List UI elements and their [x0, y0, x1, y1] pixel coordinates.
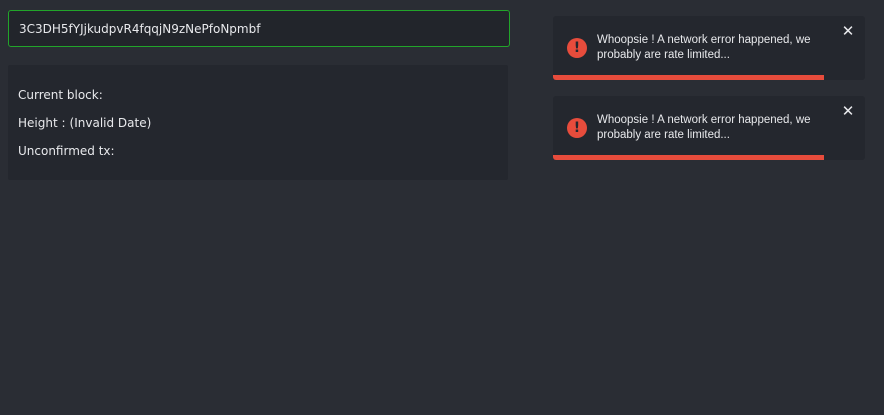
height-row: Height : (Invalid Date) [18, 115, 151, 131]
exclamation-icon: ! [567, 38, 587, 58]
error-toast: ! Whoopsie ! A network error happened, w… [553, 16, 865, 80]
unconfirmed-tx-label: Unconfirmed tx: [18, 144, 115, 158]
error-toast: ! Whoopsie ! A network error happened, w… [553, 96, 865, 160]
block-info-panel: Current block: Height : (Invalid Date) Un… [8, 65, 508, 180]
height-label: Height : [18, 116, 66, 130]
unconfirmed-tx-row: Unconfirmed tx: [18, 143, 119, 159]
toast-message: Whoopsie ! A network error happened, we … [597, 114, 811, 141]
toast-progress-bar [553, 155, 824, 160]
current-block-label: Current block: [18, 88, 103, 102]
toast-progress-bar [553, 75, 824, 80]
close-icon[interactable]: ✕ [841, 22, 855, 40]
toast-message: Whoopsie ! A network error happened, we … [597, 34, 811, 61]
height-value: (Invalid Date) [69, 116, 152, 130]
address-input[interactable] [8, 10, 510, 47]
page: Current block: Height :(Invalid Date) Un… [0, 0, 884, 415]
current-block-row: Current block: [18, 87, 107, 103]
exclamation-icon: ! [567, 118, 587, 138]
close-icon[interactable]: ✕ [841, 102, 855, 120]
